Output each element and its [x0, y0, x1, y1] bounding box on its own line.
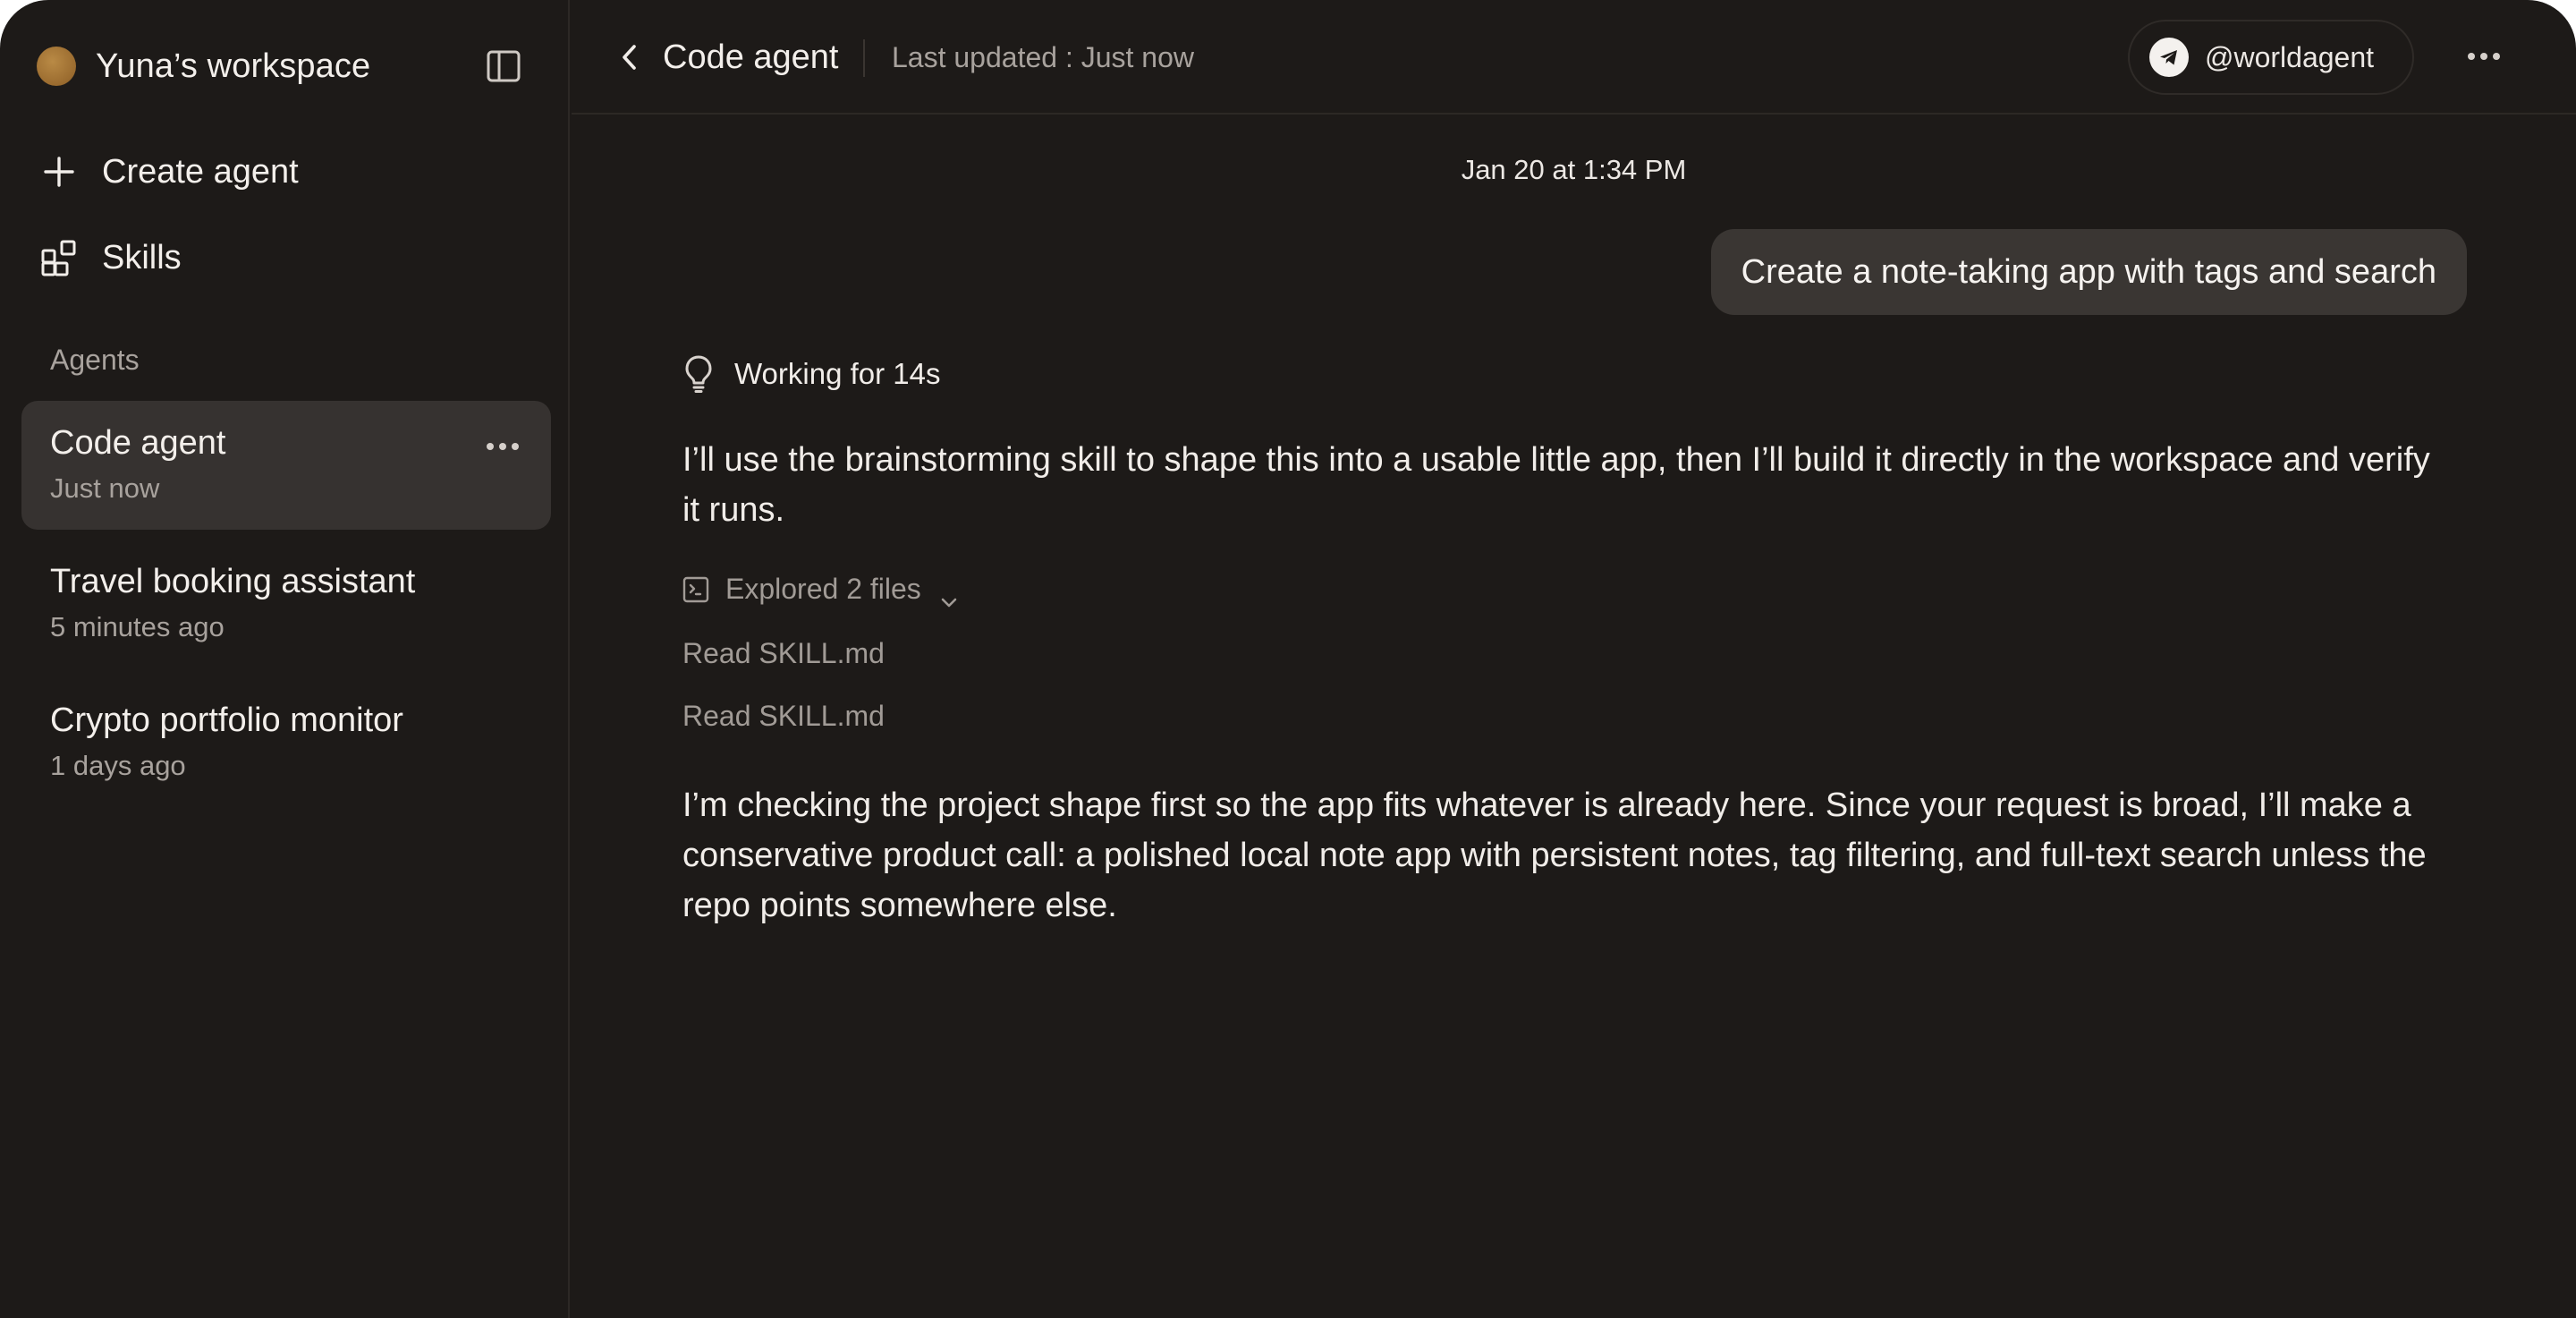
app-window: Yuna’s workspace Create agent Skills Age… [0, 0, 2576, 1318]
more-horizontal-icon[interactable] [485, 440, 521, 453]
create-agent-button[interactable]: Create agent [39, 147, 299, 197]
agent-message: I’m checking the project shape first so … [682, 787, 2427, 924]
chevron-left-icon[interactable] [616, 39, 643, 75]
agent-time: Just now [50, 472, 160, 504]
sidebar-item-crypto-portfolio-monitor[interactable]: Crypto portfolio monitor 1 days ago [21, 678, 551, 807]
telegram-handle: @worldagent [2205, 40, 2375, 73]
explored-label: Explored 2 files [725, 573, 921, 605]
working-status[interactable]: Working for 14s [682, 354, 940, 394]
create-agent-label: Create agent [102, 152, 299, 191]
terminal-icon [682, 576, 709, 603]
user-message-bubble: Create a note-taking app with tags and s… [1710, 229, 2467, 315]
agent-title: Travel booking assistant [50, 563, 416, 600]
title-divider [863, 39, 865, 77]
workspace-avatar[interactable] [37, 47, 76, 86]
sidebar: Yuna’s workspace Create agent Skills Age… [0, 0, 570, 1318]
plus-icon [39, 152, 79, 191]
telegram-handle-button[interactable]: @worldagent [2128, 20, 2414, 95]
chevron-down-icon [939, 583, 959, 607]
explored-files-toggle[interactable]: Explored 2 files [682, 573, 959, 607]
sidebar-item-code-agent[interactable]: Code agent Just now [21, 401, 551, 530]
page-title: Code agent [663, 38, 839, 76]
file-read-item: Read SKILL.md [682, 700, 885, 732]
telegram-icon [2149, 38, 2189, 77]
agent-title: Crypto portfolio monitor [50, 702, 403, 739]
skills-button[interactable]: Skills [39, 233, 182, 283]
more-horizontal-icon[interactable] [2466, 50, 2502, 63]
agent-time: 1 days ago [50, 750, 186, 781]
agent-message: I’ll use the brainstorming skill to shap… [682, 441, 2430, 529]
chat-header: Code agent Last updated : Just now @worl… [572, 0, 2576, 115]
skills-label: Skills [102, 238, 182, 276]
lightbulb-icon [682, 354, 715, 394]
grid-blocks-icon [39, 238, 79, 277]
file-read-item: Read SKILL.md [682, 637, 885, 669]
working-text: Working for 14s [734, 357, 941, 390]
agent-time: 5 minutes ago [50, 611, 225, 642]
sidebar-item-travel-booking-assistant[interactable]: Travel booking assistant 5 minutes ago [21, 540, 551, 668]
chat-date: Jan 20 at 1:34 PM [1461, 154, 1687, 185]
workspace-name[interactable]: Yuna’s workspace [96, 45, 370, 88]
main-panel: Code agent Last updated : Just now @worl… [572, 0, 2576, 1318]
sidebar-toggle-icon[interactable] [487, 50, 521, 82]
last-updated-text: Last updated : Just now [892, 41, 1194, 73]
agent-title: Code agent [50, 424, 226, 462]
agents-section-label: Agents [50, 344, 140, 376]
